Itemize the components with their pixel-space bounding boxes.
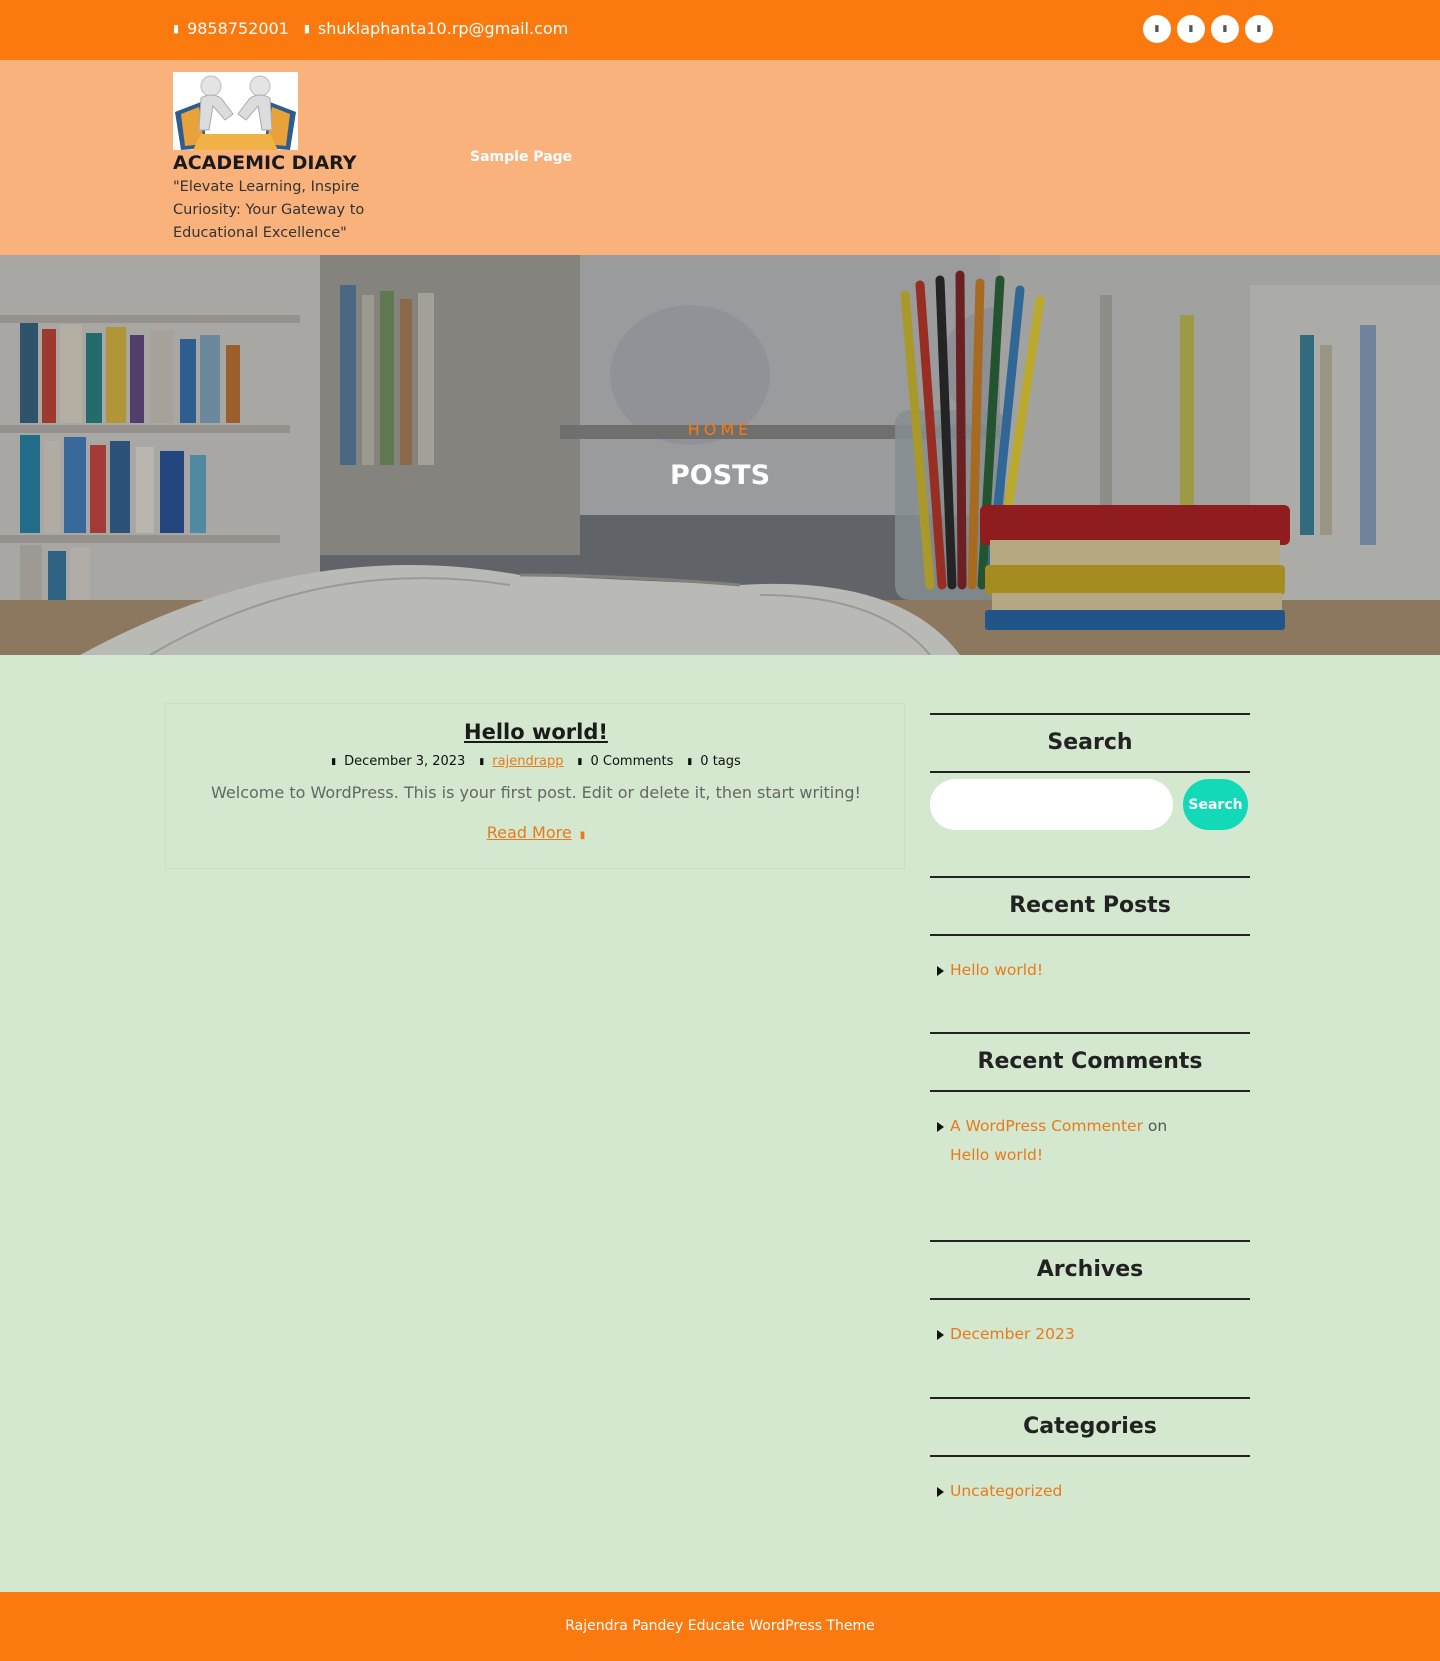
comment-on-text: on (1147, 1117, 1168, 1135)
post-date-text: December 3, 2023 (344, 754, 466, 769)
list-item[interactable]: Uncategorized (937, 1477, 1250, 1506)
social-links: ▮ ▮ ▮ ▮ (1143, 15, 1279, 43)
categories-list: Uncategorized (930, 1477, 1250, 1506)
archives-title: Archives (930, 1240, 1250, 1300)
contact-info: ▮ 9858752001 ▮ shuklaphanta10.rp@gmail.c… (173, 19, 583, 38)
phone-item[interactable]: ▮ 9858752001 (173, 19, 289, 38)
hero-banner: HOME POSTS (0, 255, 1440, 655)
recent-posts-title: Recent Posts (930, 876, 1250, 936)
hero-overlay (0, 255, 1440, 655)
envelope-icon: ▮ (303, 22, 310, 35)
search-button[interactable]: Search (1183, 779, 1248, 830)
post-tags: ▮ 0 tags (687, 754, 740, 769)
archive-link[interactable]: December 2023 (950, 1325, 1075, 1343)
list-item[interactable]: Hello world! (937, 956, 1250, 985)
search-form: Search (930, 779, 1250, 839)
nav-item-sample-page[interactable]: Sample Page (470, 149, 572, 165)
arrow-right-icon: ▮ (579, 830, 586, 841)
archives-list: December 2023 (930, 1320, 1250, 1349)
read-more-link[interactable]: Read More ▮ (166, 823, 906, 842)
post-card: Hello world! ▮ December 3, 2023 ▮ rajend… (165, 703, 905, 869)
post-comments-text: 0 Comments (590, 754, 674, 769)
comment-post-link[interactable]: Hello world! (950, 1146, 1043, 1164)
archives-widget: Archives December 2023 (930, 1240, 1250, 1349)
tag-icon: ▮ (687, 756, 693, 767)
list-item: A WordPress Commenter on Hello world! (937, 1112, 1207, 1170)
post-author-link[interactable]: rajendrapp (492, 754, 563, 769)
triangle-bullet-icon (937, 1330, 944, 1340)
post-comments: ▮ 0 Comments (578, 754, 674, 769)
site-title[interactable]: ACADEMIC DIARY (173, 152, 357, 174)
calendar-icon: ▮ (331, 756, 337, 767)
phone-number: 9858752001 (187, 19, 289, 38)
triangle-bullet-icon (937, 1122, 944, 1132)
top-bar: ▮ 9858752001 ▮ shuklaphanta10.rp@gmail.c… (0, 0, 1440, 60)
category-link[interactable]: Uncategorized (950, 1482, 1062, 1500)
site-logo[interactable] (173, 72, 298, 150)
comment-author-link[interactable]: A WordPress Commenter (950, 1117, 1143, 1135)
site-tagline: "Elevate Learning, Inspire Curiosity: Yo… (173, 179, 365, 241)
site-header: ACADEMIC DIARY "Elevate Learning, Inspir… (0, 60, 1440, 255)
categories-title: Categories (930, 1397, 1250, 1457)
post-title-link[interactable]: Hello world! (166, 720, 906, 744)
instagram-icon[interactable]: ▮ (1211, 15, 1239, 43)
recent-post-link[interactable]: Hello world! (950, 961, 1043, 979)
site-footer: Rajendra Pandey Educate WordPress Theme (0, 1592, 1440, 1661)
email-item[interactable]: ▮ shuklaphanta10.rp@gmail.com (304, 19, 568, 38)
recent-posts-list: Hello world! (930, 956, 1250, 985)
comment-icon: ▮ (577, 756, 583, 767)
twitter-icon[interactable]: ▮ (1177, 15, 1205, 43)
recent-comments-title: Recent Comments (930, 1032, 1250, 1092)
search-widget: Search Search (930, 713, 1250, 839)
recent-comments-list: A WordPress Commenter on Hello world! (930, 1112, 1250, 1170)
search-input[interactable] (930, 779, 1173, 830)
search-widget-title: Search (930, 713, 1250, 773)
read-more-label: Read More (486, 823, 572, 842)
facebook-icon[interactable]: ▮ (1143, 15, 1171, 43)
post-tags-text: 0 tags (700, 754, 741, 769)
linkedin-icon[interactable]: ▮ (1245, 15, 1273, 43)
post-date: ▮ December 3, 2023 (331, 754, 465, 769)
footer-credit[interactable]: Rajendra Pandey Educate WordPress Theme (565, 1618, 875, 1634)
triangle-bullet-icon (937, 966, 944, 976)
post-excerpt: Welcome to WordPress. This is your first… (211, 783, 861, 802)
page-title: POSTS (669, 460, 771, 491)
recent-posts-widget: Recent Posts Hello world! (930, 876, 1250, 985)
user-icon: ▮ (479, 756, 485, 767)
phone-icon: ▮ (173, 22, 180, 35)
breadcrumb-home[interactable]: HOME (0, 420, 1440, 439)
recent-comments-widget: Recent Comments A WordPress Commenter on… (930, 1032, 1250, 1170)
triangle-bullet-icon (937, 1487, 944, 1497)
post-author: ▮ rajendrapp (479, 754, 563, 769)
email-address: shuklaphanta10.rp@gmail.com (317, 19, 569, 38)
post-meta: ▮ December 3, 2023 ▮ rajendrapp ▮ 0 Comm… (166, 754, 906, 769)
list-item[interactable]: December 2023 (937, 1320, 1250, 1349)
categories-widget: Categories Uncategorized (930, 1397, 1250, 1506)
